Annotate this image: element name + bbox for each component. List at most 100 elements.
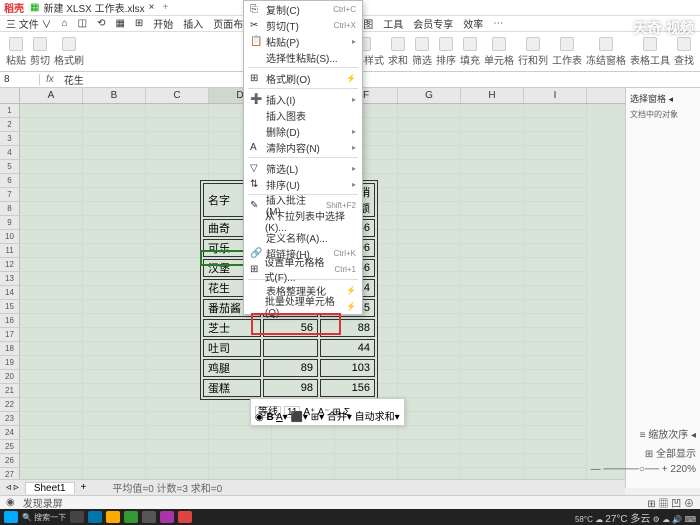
cell[interactable] <box>83 314 146 328</box>
cell[interactable] <box>461 202 524 216</box>
cell[interactable] <box>461 440 524 454</box>
cell[interactable] <box>83 160 146 174</box>
cell[interactable] <box>83 412 146 426</box>
menu-item[interactable]: ⇅排序(U)▸ <box>244 176 362 192</box>
row-header[interactable]: 4 <box>0 146 20 160</box>
row-header[interactable]: 16 <box>0 314 20 328</box>
menu-item[interactable]: ⊞设置单元格格式(F)...Ctrl+1 <box>244 261 362 277</box>
fx-icon[interactable]: fx <box>40 74 60 85</box>
cell[interactable] <box>20 188 83 202</box>
cell[interactable] <box>20 440 83 454</box>
row-header[interactable]: 20 <box>0 370 20 384</box>
row-header[interactable]: 5 <box>0 160 20 174</box>
table-cell[interactable]: 103 <box>320 359 375 377</box>
table-cell[interactable]: 鸡腿 <box>203 359 261 377</box>
cell[interactable] <box>83 104 146 118</box>
sheet-tab[interactable]: Sheet1 <box>25 482 75 494</box>
cell[interactable] <box>461 272 524 286</box>
cell[interactable] <box>524 314 587 328</box>
cell[interactable] <box>398 286 461 300</box>
cell[interactable] <box>398 132 461 146</box>
cell[interactable] <box>461 314 524 328</box>
cell[interactable] <box>524 104 587 118</box>
ribbon-tab[interactable]: ◫ <box>78 18 87 29</box>
menu-item[interactable]: 批量处理单元格(Q)⚡ <box>244 298 362 314</box>
row-header[interactable]: 17 <box>0 328 20 342</box>
add-sheet-button[interactable]: + <box>81 482 87 493</box>
cell[interactable] <box>209 440 272 454</box>
cell[interactable] <box>20 454 83 468</box>
cell[interactable] <box>20 160 83 174</box>
table-cell[interactable]: 89 <box>263 359 318 377</box>
cell[interactable] <box>461 370 524 384</box>
new-tab-button[interactable]: + <box>162 2 168 13</box>
row-header[interactable]: 3 <box>0 132 20 146</box>
cell[interactable] <box>524 188 587 202</box>
fill[interactable]: 填充 <box>460 37 480 67</box>
cell[interactable] <box>524 370 587 384</box>
cell[interactable] <box>524 342 587 356</box>
menu-item[interactable]: ➕插入(I)▸ <box>244 91 362 107</box>
ribbon-tab[interactable]: ⋯ <box>493 18 503 29</box>
cell[interactable] <box>83 258 146 272</box>
table-cell[interactable]: 吐司 <box>203 339 261 357</box>
cell[interactable] <box>83 132 146 146</box>
row-header[interactable]: 14 <box>0 286 20 300</box>
cell[interactable] <box>83 118 146 132</box>
cell[interactable] <box>461 104 524 118</box>
row-header[interactable]: 24 <box>0 426 20 440</box>
cell[interactable] <box>20 272 83 286</box>
cell[interactable] <box>20 258 83 272</box>
table-cell[interactable]: 156 <box>320 379 375 397</box>
menu-item[interactable]: 插入图表 <box>244 107 362 123</box>
cell[interactable] <box>83 244 146 258</box>
row-header[interactable]: 13 <box>0 272 20 286</box>
cell[interactable] <box>146 398 209 412</box>
cell[interactable] <box>461 230 524 244</box>
cell[interactable] <box>461 398 524 412</box>
column-header[interactable]: G <box>398 88 461 103</box>
cell[interactable] <box>461 286 524 300</box>
cell[interactable] <box>398 272 461 286</box>
cell[interactable]: 单元格 <box>484 37 514 67</box>
cell[interactable] <box>398 174 461 188</box>
ribbon-tab[interactable]: ▦ <box>115 18 124 29</box>
cell[interactable] <box>20 356 83 370</box>
cell[interactable] <box>146 412 209 426</box>
cut-group[interactable]: 剪切 <box>30 37 50 67</box>
cell[interactable] <box>461 342 524 356</box>
cell[interactable] <box>83 440 146 454</box>
close-tab-icon[interactable]: × <box>149 2 155 13</box>
cell[interactable] <box>83 300 146 314</box>
column-header[interactable]: B <box>83 88 146 103</box>
cell[interactable] <box>335 440 398 454</box>
cell[interactable] <box>461 146 524 160</box>
cell[interactable] <box>83 230 146 244</box>
cell[interactable] <box>83 398 146 412</box>
cell[interactable] <box>20 412 83 426</box>
menu-item[interactable]: 从下拉列表中选择(K)... <box>244 213 362 229</box>
ribbon-tab[interactable]: 效率 <box>463 16 483 31</box>
cell[interactable] <box>398 370 461 384</box>
row-header[interactable]: 22 <box>0 398 20 412</box>
cell[interactable] <box>524 160 587 174</box>
tableformat[interactable]: 表格工具 <box>630 37 670 67</box>
cell[interactable] <box>524 258 587 272</box>
ribbon-tab[interactable]: 三 文件 ∨ <box>6 16 52 31</box>
cell[interactable] <box>398 258 461 272</box>
cell[interactable] <box>524 440 587 454</box>
cell[interactable] <box>524 216 587 230</box>
cell[interactable] <box>524 230 587 244</box>
cell[interactable] <box>20 342 83 356</box>
cell[interactable] <box>461 300 524 314</box>
cell[interactable] <box>20 230 83 244</box>
cell[interactable] <box>524 398 587 412</box>
menu-item[interactable]: ⎘复制(C)Ctrl+C <box>244 1 362 17</box>
cell[interactable] <box>20 104 83 118</box>
cell[interactable] <box>83 426 146 440</box>
row-header[interactable]: 26 <box>0 454 20 468</box>
cell[interactable] <box>20 384 83 398</box>
copy-group[interactable]: 格式刷 <box>54 37 84 67</box>
rowcol[interactable]: 行和列 <box>518 37 548 67</box>
cell[interactable] <box>20 132 83 146</box>
